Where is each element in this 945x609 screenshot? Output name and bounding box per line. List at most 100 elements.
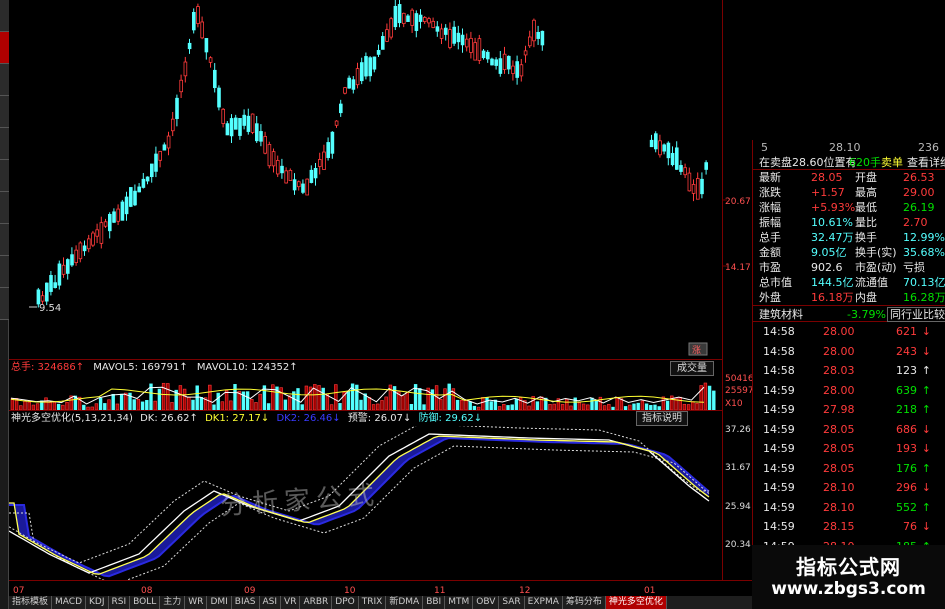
left-tab-strip	[0, 0, 9, 609]
quote-stats: 最新 28.05 开盘 26.53 涨跌 +1.57 最高 29.00 涨幅 +5.93% 最低 26…	[753, 170, 945, 305]
quote-panel: 5 28.10 236 在卖盘28.60位置有 620手 卖单 查看详细 最新 2…	[752, 140, 945, 609]
candle-body	[422, 17, 427, 23]
candle-body	[528, 36, 532, 47]
volume-bar	[296, 388, 300, 410]
tick-trades-list[interactable]: 14:58 28.00 621 ↓ 14:58 28.00 243 ↓ 14:58 28.03 12…	[753, 322, 945, 576]
industry-compare-button[interactable]: 同行业比较	[887, 307, 945, 322]
indicator-tab[interactable]: 主力	[160, 596, 186, 609]
indicator-tab[interactable]: BIAS	[232, 596, 260, 609]
indicator-tab[interactable]: ARBR	[300, 596, 333, 609]
candle-body	[334, 120, 339, 126]
mavol10-label: MAVOL10: 124352↑	[196, 362, 298, 373]
trade-row: 14:59 28.05 193 ↓	[753, 439, 945, 459]
volume-bar	[124, 392, 128, 410]
candle-body	[187, 42, 192, 50]
volume-bar	[636, 402, 640, 410]
indicator-tab[interactable]: SAR	[499, 596, 525, 609]
volume-bar	[195, 385, 199, 410]
indicator-tab[interactable]: EXPMA	[525, 596, 563, 609]
indicator-help-button[interactable]: 指标说明	[636, 411, 688, 426]
strip-tab-1[interactable]	[0, 0, 9, 32]
indicator-tab[interactable]: MACD	[52, 596, 86, 609]
indicator-tab[interactable]: TRIX	[359, 596, 387, 609]
candle-body	[431, 20, 435, 28]
indicator-tab[interactable]: 神光多空优化	[605, 596, 667, 609]
volume-chart[interactable]	[9, 376, 722, 410]
indicator-tab[interactable]: 指标模板	[9, 596, 53, 609]
candle-body	[196, 6, 200, 24]
industry-name[interactable]: 建筑材料	[759, 306, 803, 323]
volume-bar	[514, 398, 519, 410]
arrow-down-icon: ↓	[921, 344, 931, 358]
candle-body	[296, 181, 301, 188]
indicator-tab[interactable]: WR	[185, 596, 208, 609]
candle-body	[330, 131, 335, 154]
trade-price: 28.05	[823, 461, 855, 475]
volume-bar	[359, 399, 363, 410]
trade-volume-button[interactable]: 成交量	[670, 361, 714, 376]
volume-bar	[182, 388, 187, 410]
candle-body	[275, 160, 280, 175]
indicator-tab[interactable]: RSI	[109, 596, 131, 609]
indicator-tab[interactable]: MTM	[445, 596, 474, 609]
trade-time: 14:59	[763, 403, 795, 416]
indicator-tab[interactable]: VR	[281, 596, 301, 609]
indicator-tab[interactable]: 筹码分布	[563, 596, 606, 609]
sell-order-amount: 620手	[849, 156, 881, 169]
volume-bar	[250, 399, 254, 410]
stat-label: 最高	[855, 186, 877, 199]
candlestick-chart[interactable]: 9.54 涨	[9, 0, 722, 359]
volume-bar	[52, 401, 57, 410]
candle-body	[99, 222, 104, 244]
ind-tick-1: 37.26	[725, 425, 751, 435]
trade-time: 14:59	[763, 520, 795, 533]
strip-tab-10[interactable]	[0, 288, 9, 320]
indicator-tab[interactable]: BBI	[423, 596, 446, 609]
indicator-tab[interactable]: OBV	[473, 596, 500, 609]
strip-tab-4[interactable]	[0, 96, 9, 128]
date-label: 12	[519, 586, 530, 596]
strip-tab-8[interactable]	[0, 224, 9, 256]
volume-bar	[598, 396, 603, 410]
candle-body	[292, 179, 297, 191]
volume-bar	[220, 401, 225, 410]
strip-tab-kline[interactable]	[0, 32, 9, 64]
trade-volume: 686	[896, 422, 917, 436]
stat-label: 流通值	[855, 276, 888, 289]
stat-value: 28.05	[811, 171, 843, 184]
candle-body	[452, 26, 456, 44]
candle-body	[338, 103, 343, 114]
trade-volume: 552	[896, 500, 917, 514]
strip-tab-5[interactable]	[0, 128, 9, 160]
candle-body	[511, 65, 515, 74]
strip-tab-6[interactable]	[0, 160, 9, 192]
candle-body	[95, 229, 100, 237]
volume-bar	[187, 397, 191, 410]
strip-tab-7[interactable]	[0, 192, 9, 224]
indicator-tab[interactable]: BOLL	[130, 596, 161, 609]
trade-volume: 621	[896, 325, 917, 338]
candle-body	[418, 14, 423, 22]
candle-body	[654, 133, 658, 150]
volume-bar	[44, 397, 48, 410]
volume-bar	[355, 384, 359, 410]
strip-tab-3[interactable]	[0, 64, 9, 96]
strip-tab-9[interactable]	[0, 256, 9, 288]
candle-body	[439, 28, 444, 39]
arrow-up-icon: ↑	[921, 403, 931, 416]
indicator-tab[interactable]: KDJ	[86, 596, 109, 609]
candle-body	[170, 118, 175, 132]
indicator-tab[interactable]: ASI	[260, 596, 282, 609]
indicator-tab[interactable]: 新DMA	[386, 596, 424, 609]
indicator-tab[interactable]: DPO	[332, 596, 359, 609]
candle-body	[313, 167, 318, 179]
candle-body	[696, 178, 700, 200]
candle-body	[229, 118, 234, 137]
candle-body	[137, 186, 142, 193]
top-right-value: 236	[918, 141, 939, 154]
candle-body	[687, 172, 692, 192]
indicator-tab[interactable]: DMI	[207, 596, 232, 609]
candle-body	[112, 211, 116, 223]
arrow-up-icon: ↑	[921, 500, 931, 514]
view-detail-link[interactable]: 查看详细	[907, 155, 945, 170]
